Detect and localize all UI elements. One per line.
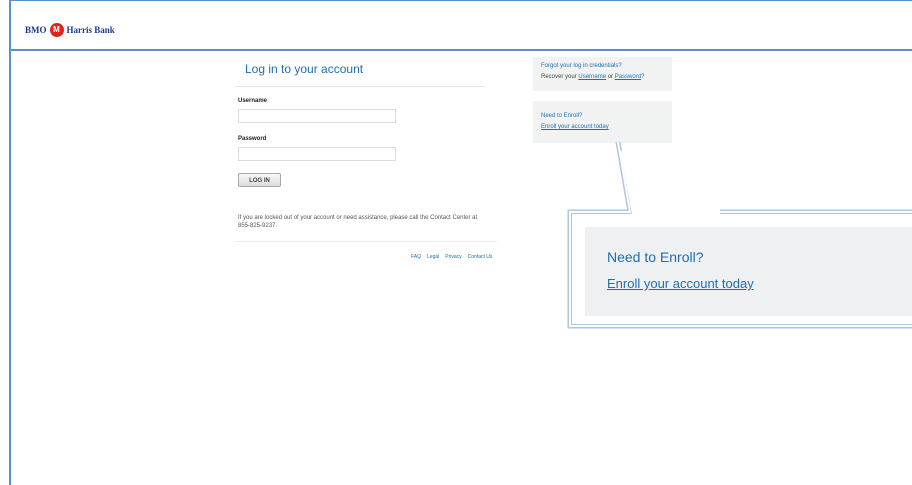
zoomed-enroll-title: Need to Enroll?: [607, 249, 704, 265]
zoomed-enroll-panel: Need to Enroll? Enroll your account toda…: [585, 227, 912, 316]
zoomed-enroll-link[interactable]: Enroll your account today: [607, 276, 754, 291]
